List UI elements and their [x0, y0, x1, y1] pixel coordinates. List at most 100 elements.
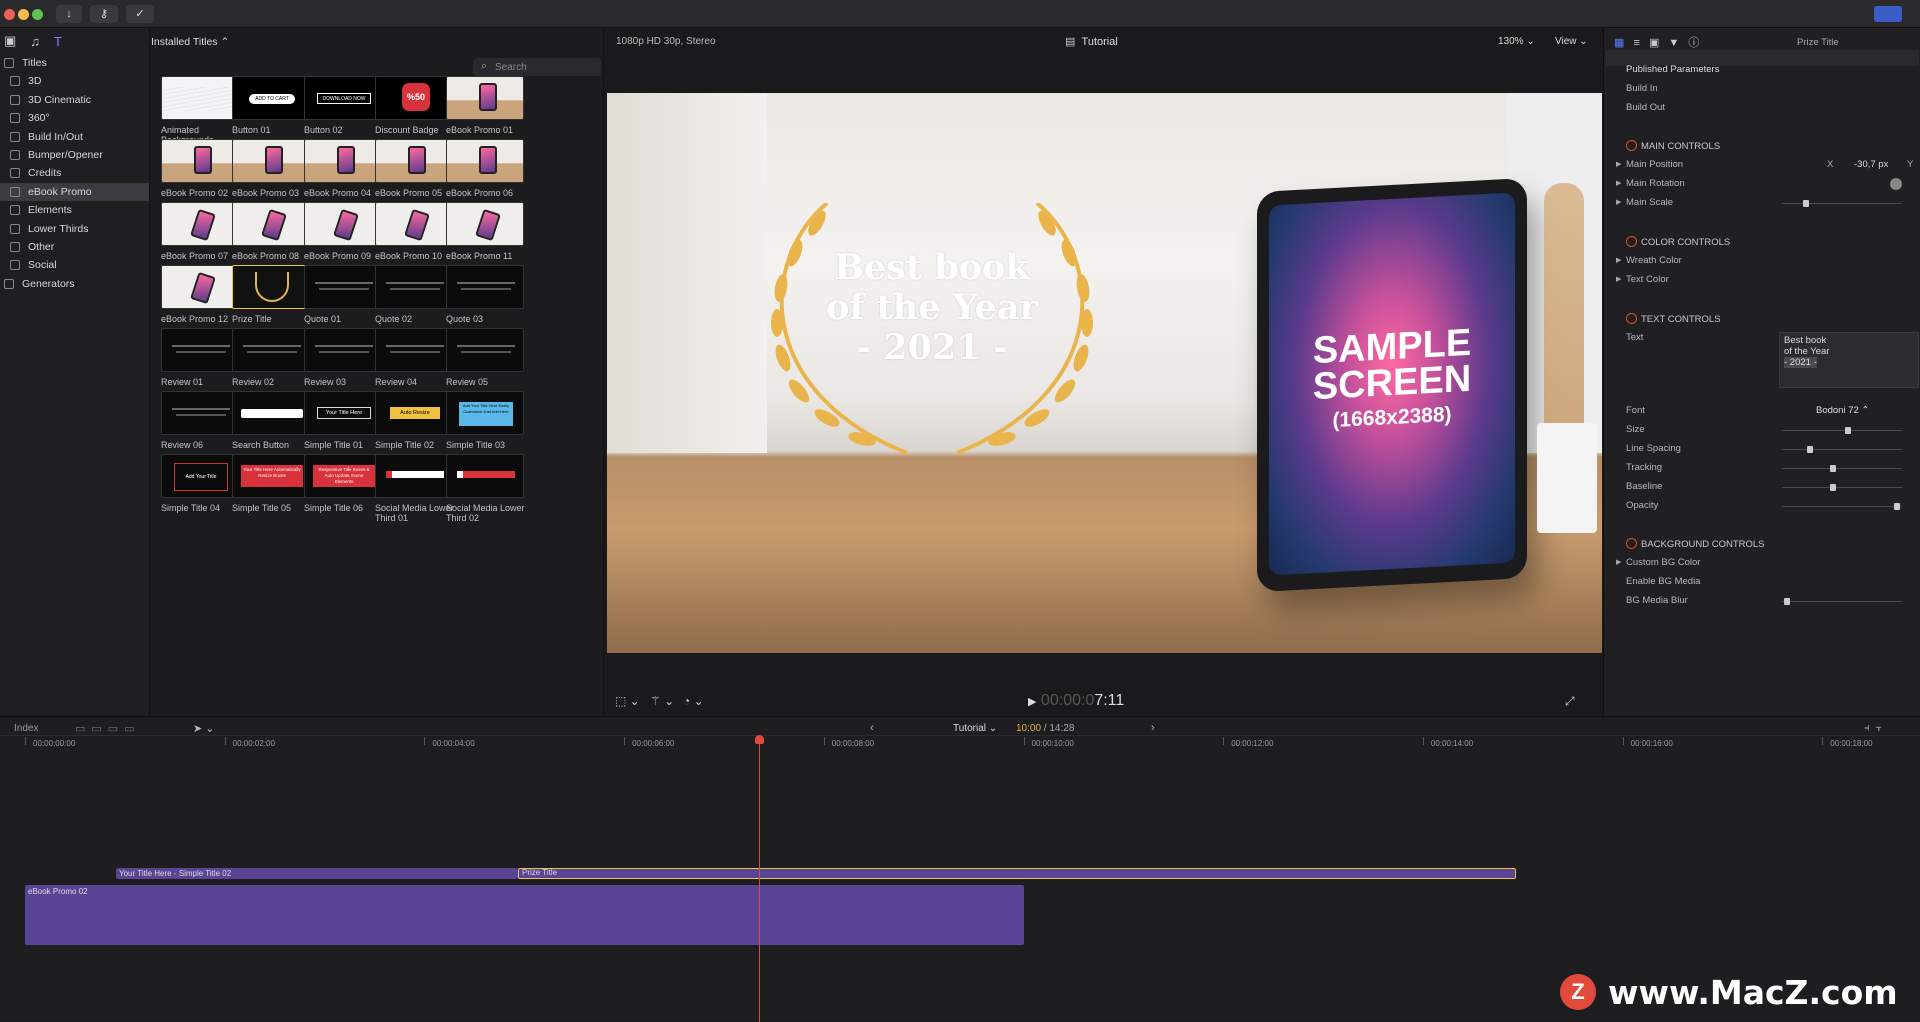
info-icon[interactable]: ⓘ — [1688, 37, 1699, 49]
title-thumbnail[interactable] — [232, 328, 310, 372]
slider-knob[interactable] — [1784, 598, 1791, 605]
baseline-slider[interactable] — [1782, 484, 1902, 491]
playhead-handle[interactable] — [755, 735, 764, 744]
sidebar-item-build-in-out[interactable]: Build In/Out — [0, 128, 149, 146]
title-thumbnail[interactable] — [161, 76, 239, 120]
title-thumbnail[interactable] — [161, 139, 239, 183]
title-thumbnail[interactable] — [304, 202, 382, 246]
sidebar-item-ebook-promo[interactable]: eBook Promo — [0, 182, 149, 202]
transform-tool-menu[interactable]: ⬚ ⌄ — [615, 694, 640, 708]
layout-toggle-button[interactable] — [1874, 6, 1902, 22]
sidebar-item-other[interactable]: Other — [0, 238, 149, 256]
main-scale-slider[interactable] — [1782, 200, 1902, 207]
title-thumbnail[interactable] — [304, 265, 382, 309]
filter-icon[interactable]: ▼ — [1668, 37, 1679, 49]
sidebar-item-3d-cinematic[interactable]: 3D Cinematic — [0, 91, 149, 109]
title-thumbnail[interactable] — [232, 202, 310, 246]
title-thumbnail[interactable] — [446, 202, 524, 246]
sidebar-item-titles[interactable]: Titles — [0, 54, 149, 72]
fullscreen-icon[interactable]: ⤢ — [1565, 694, 1575, 709]
retime-tool-menu[interactable]: ◔ ⌄ — [683, 694, 704, 708]
title-thumbnail[interactable] — [446, 328, 524, 372]
font-dropdown[interactable]: Bodoni 72 ⌃ — [1816, 405, 1869, 416]
title-thumbnail[interactable] — [161, 202, 239, 246]
opacity-slider[interactable] — [1782, 503, 1902, 510]
title-thumbnail[interactable] — [304, 139, 382, 183]
title-thumbnail[interactable] — [232, 265, 310, 309]
title-thumbnail[interactable] — [161, 265, 239, 309]
sidebar-item-bumper-opener[interactable]: Bumper/Opener — [0, 146, 149, 164]
title-inspector-tab[interactable]: ▦ — [1614, 37, 1624, 49]
titles-icon[interactable]: T — [54, 34, 62, 49]
sidebar-item-elements[interactable]: Elements — [0, 201, 149, 219]
title-thumbnail[interactable] — [232, 139, 310, 183]
title-thumbnail[interactable]: Add Your Title — [161, 454, 239, 498]
title-thumbnail[interactable] — [446, 265, 524, 309]
clapper-icon[interactable]: ▣ — [4, 33, 16, 49]
sidebar-item-3d[interactable]: 3D — [0, 72, 149, 90]
title-thumbnail[interactable] — [375, 454, 453, 498]
clip-ebook-promo[interactable]: eBook Promo 02 — [25, 885, 1024, 945]
slider-knob[interactable] — [1802, 200, 1809, 207]
keywords-button[interactable]: ⚷ — [90, 5, 118, 23]
title-thumbnail[interactable] — [304, 328, 382, 372]
sidebar-item-credits[interactable]: Credits — [0, 164, 149, 182]
video-inspector-tab[interactable]: ▣ — [1649, 37, 1659, 49]
tracking-slider[interactable] — [1782, 465, 1902, 472]
playhead[interactable] — [759, 737, 760, 1022]
text-inspector-tab[interactable]: ≡ — [1633, 37, 1639, 49]
title-thumbnail[interactable] — [375, 139, 453, 183]
minimize-window-button[interactable] — [18, 9, 29, 20]
title-thumbnail[interactable]: ADD TO CART — [232, 76, 310, 120]
import-button[interactable]: ↓ — [56, 5, 82, 23]
title-thumbnail[interactable] — [375, 265, 453, 309]
play-icon[interactable]: ▶ — [1028, 696, 1036, 708]
clip-prize-title[interactable]: Prize Title — [518, 868, 1516, 879]
title-thumbnail[interactable]: Your Title Here — [304, 391, 382, 435]
view-menu[interactable]: View ⌄ — [1555, 36, 1588, 47]
title-thumbnail[interactable]: Add Your Title Here Easily Customize Jus… — [446, 391, 524, 435]
timecode-display[interactable]: ▶ 00:00:07:11 — [1028, 692, 1124, 710]
bg-media-blur-slider[interactable] — [1782, 598, 1902, 605]
timeline-ruler[interactable]: 00:00:00:00 00:00:02:00 00:00:04:00 00:00:0… — [0, 717, 1920, 748]
disclosure-triangle-icon[interactable]: ▶ — [1616, 256, 1621, 264]
title-thumbnail[interactable]: Your Title Here Automatically Resize Box… — [232, 454, 310, 498]
disclosure-triangle-icon[interactable]: ▶ — [1616, 160, 1621, 168]
line-spacing-slider[interactable] — [1782, 446, 1902, 453]
close-window-button[interactable] — [4, 9, 15, 20]
sidebar-item-social[interactable]: Social — [0, 256, 149, 274]
rotation-dial[interactable] — [1890, 178, 1902, 190]
title-thumbnail[interactable] — [375, 328, 453, 372]
title-thumbnail[interactable] — [446, 76, 524, 120]
title-thumbnail[interactable] — [232, 391, 310, 435]
zoom-dropdown[interactable]: 130% ⌄ — [1498, 36, 1535, 47]
disclosure-triangle-icon[interactable]: ▶ — [1616, 198, 1621, 206]
text-field[interactable]: Best book of the Year - 2021 - — [1779, 332, 1919, 388]
disclosure-triangle-icon[interactable]: ▶ — [1616, 558, 1621, 566]
video-canvas[interactable]: Best book of the Year - 2021 - SAMPLE SC… — [607, 93, 1602, 653]
zoom-window-button[interactable] — [32, 9, 43, 20]
disclosure-triangle-icon[interactable]: ▶ — [1616, 179, 1621, 187]
pos-x-value[interactable]: -30,7 px — [1854, 159, 1888, 170]
disclosure-triangle-icon[interactable]: ▶ — [1616, 275, 1621, 283]
size-slider[interactable] — [1782, 427, 1902, 434]
title-thumbnail[interactable]: Responsive Title Boxes & Auto Update Sce… — [304, 454, 382, 498]
sidebar-item-lower-thirds[interactable]: Lower Thirds — [0, 220, 149, 238]
music-icon[interactable]: ♫ — [30, 34, 40, 49]
slider-knob[interactable] — [1829, 484, 1836, 491]
slider-knob[interactable] — [1829, 465, 1836, 472]
title-thumbnail[interactable] — [446, 139, 524, 183]
title-thumbnail[interactable]: Auto Resize — [375, 391, 453, 435]
title-thumbnail[interactable]: DOWNLOAD NOW — [304, 76, 382, 120]
background-tasks-button[interactable]: ✓ — [126, 5, 154, 23]
reset-icon[interactable] — [1626, 313, 1637, 324]
clip-simple-title[interactable]: Your Title Here - Simple Title 02 — [116, 868, 518, 879]
title-thumbnail[interactable] — [161, 391, 239, 435]
title-thumbnail[interactable] — [161, 328, 239, 372]
sidebar-item-360-[interactable]: 360° — [0, 109, 149, 127]
title-thumbnail[interactable] — [375, 202, 453, 246]
title-thumbnail[interactable]: %50 — [375, 76, 453, 120]
reset-icon[interactable] — [1626, 236, 1637, 247]
slider-knob[interactable] — [1844, 427, 1851, 434]
sidebar-item-generators[interactable]: Generators — [0, 275, 149, 293]
